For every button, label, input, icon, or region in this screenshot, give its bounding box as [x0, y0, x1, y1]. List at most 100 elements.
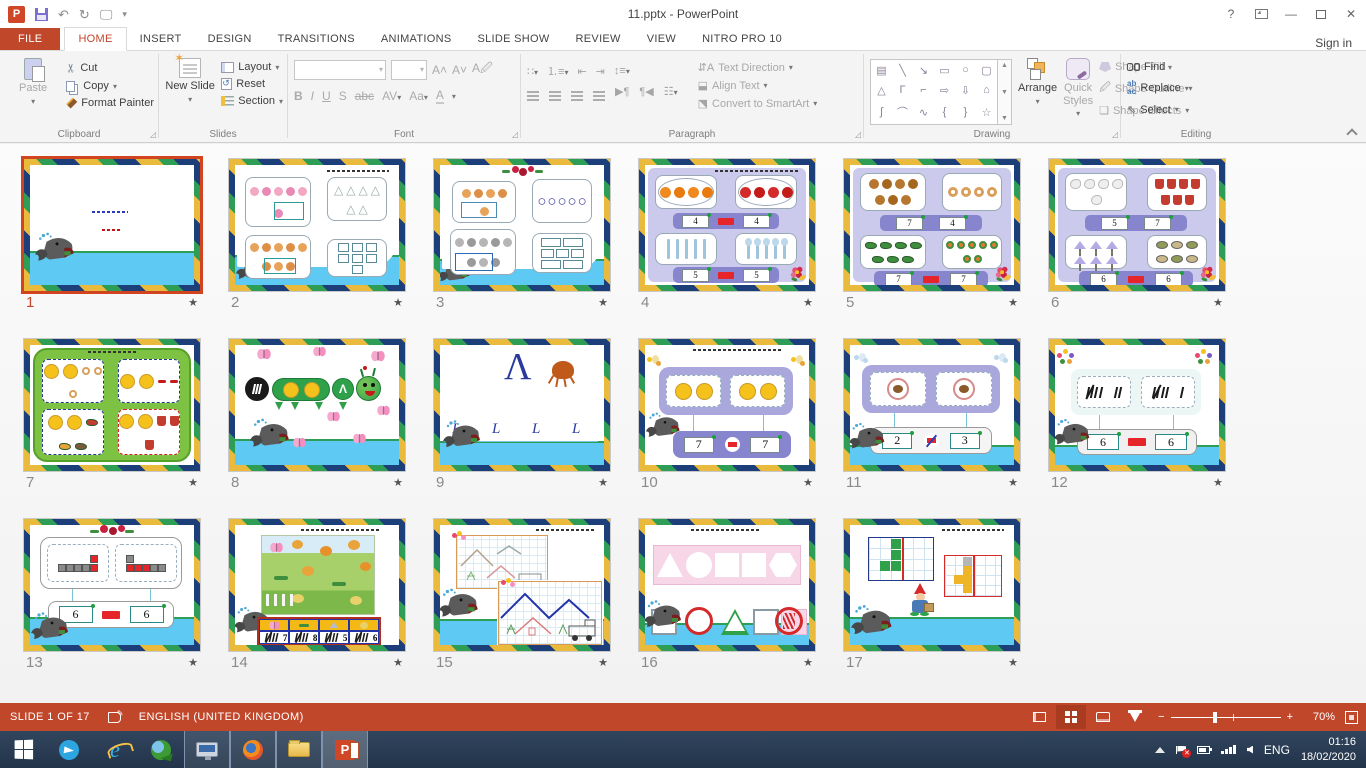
reading-view-button[interactable]: [1088, 705, 1118, 729]
reset-button[interactable]: Reset: [221, 78, 283, 90]
new-slide-button[interactable]: New Slide▾: [165, 55, 215, 126]
spell-check-icon[interactable]: [108, 712, 121, 723]
animation-star-icon[interactable]: [598, 656, 608, 669]
font-dialog-launcher[interactable]: ◿: [512, 130, 518, 139]
select-button[interactable]: ⇖Select ▾: [1127, 103, 1189, 116]
tab-slideshow[interactable]: SLIDE SHOW: [464, 28, 562, 50]
quick-styles-button[interactable]: Quick Styles▾: [1063, 55, 1093, 126]
tab-nitro-pro[interactable]: NITRO PRO 10: [689, 28, 795, 50]
equals-block[interactable]: [1128, 438, 1146, 446]
bold-button[interactable]: B: [294, 89, 303, 103]
normal-view-button[interactable]: [1024, 705, 1054, 729]
tab-animations[interactable]: ANIMATIONS: [368, 28, 465, 50]
count-box[interactable]: 7: [885, 273, 912, 286]
equals-sign[interactable]: [725, 437, 740, 452]
help-button[interactable]: ?: [1216, 3, 1246, 25]
slide-thumbnail-14[interactable]: 7 8 5 6: [229, 519, 405, 651]
undo-icon[interactable]: ↶: [58, 8, 69, 21]
taskbar-firefox[interactable]: [230, 731, 276, 768]
align-text-button[interactable]: ⬓Align Text ▾: [698, 79, 818, 92]
layout-button[interactable]: Layout ▾: [221, 61, 283, 73]
count-box[interactable]: 4: [682, 215, 709, 228]
count-box[interactable]: 7: [684, 437, 714, 453]
arrange-button[interactable]: Arrange▾: [1018, 55, 1057, 126]
taskbar-powerpoint[interactable]: P: [322, 731, 368, 768]
slide-thumbnail-8[interactable]: Λ: [229, 339, 405, 471]
restore-button[interactable]: [1306, 3, 1336, 25]
tab-design[interactable]: DESIGN: [195, 28, 265, 50]
equals-block[interactable]: [718, 272, 734, 279]
animation-star-icon[interactable]: [188, 656, 198, 669]
change-case-button[interactable]: Aa▾: [409, 89, 428, 103]
action-center-flag-icon[interactable]: [1176, 746, 1186, 754]
slide-thumbnail-15[interactable]: [434, 519, 610, 651]
clock[interactable]: 01:16 18/02/2020: [1301, 735, 1356, 764]
text-direction-button[interactable]: ⇵AText Direction ▾: [698, 61, 818, 74]
replace-button[interactable]: abacReplace ▾: [1127, 80, 1189, 96]
count-box[interactable]: 6: [130, 606, 164, 623]
justify-button[interactable]: [593, 91, 605, 93]
count-box[interactable]: 3: [950, 433, 980, 449]
paragraph-dialog-launcher[interactable]: ◿: [855, 130, 861, 139]
increase-font-icon[interactable]: A˄: [432, 63, 447, 77]
animation-star-icon[interactable]: [598, 476, 608, 489]
count-box[interactable]: 7: [896, 217, 923, 230]
animation-star-icon[interactable]: [393, 476, 403, 489]
slide-thumbnail-3[interactable]: ○○ ○○○: [434, 159, 610, 291]
format-painter-button[interactable]: Format Painter: [66, 97, 154, 109]
slide-thumbnail-17[interactable]: [844, 519, 1020, 651]
zoom-slider[interactable]: [1171, 717, 1281, 718]
animation-star-icon[interactable]: [188, 296, 198, 309]
volume-icon[interactable]: [1247, 746, 1253, 754]
taskbar-file-explorer[interactable]: [276, 731, 322, 768]
slide-thumbnail-16[interactable]: [639, 519, 815, 651]
count-box[interactable]: 7: [750, 437, 780, 453]
rtl-paragraph-button[interactable]: ¶◀: [639, 85, 653, 98]
clipboard-dialog-launcher[interactable]: ◿: [150, 130, 156, 139]
taskbar-download-manager[interactable]: [138, 731, 184, 768]
shadow-button[interactable]: S: [339, 89, 347, 103]
ribbon-display-options-button[interactable]: [1246, 3, 1276, 25]
line-spacing-button[interactable]: ↕≡▾: [614, 65, 630, 77]
increase-indent-button[interactable]: ⇥: [596, 65, 605, 78]
align-left-button[interactable]: [527, 91, 539, 93]
zoom-level[interactable]: 70%: [1301, 711, 1335, 723]
taskbar-telegram[interactable]: [46, 731, 92, 768]
start-button[interactable]: [0, 731, 46, 768]
copy-button[interactable]: Copy ▾: [66, 80, 154, 92]
input-language[interactable]: ENG: [1264, 743, 1290, 757]
shapes-gallery[interactable]: ▤╲↘▭○▢ △Γ⌐⇨⇩⌂ ʃ⌒∿{}☆: [870, 59, 998, 125]
customize-qat-icon[interactable]: ▾: [122, 9, 127, 20]
equals-block[interactable]: [923, 276, 939, 283]
convert-smartart-button[interactable]: ⬔Convert to SmartArt ▾: [698, 97, 818, 110]
columns-button[interactable]: ☷▾: [664, 85, 678, 98]
align-right-button[interactable]: [571, 91, 583, 93]
font-color-button[interactable]: A: [436, 88, 444, 104]
battery-icon[interactable]: [1197, 746, 1210, 754]
animation-star-icon[interactable]: [1008, 656, 1018, 669]
count-box[interactable]: 6: [1155, 434, 1187, 450]
animation-star-icon[interactable]: [803, 296, 813, 309]
animation-star-icon[interactable]: [393, 296, 403, 309]
animation-star-icon[interactable]: [188, 476, 198, 489]
animation-star-icon[interactable]: [1008, 296, 1018, 309]
tab-view[interactable]: VIEW: [634, 28, 689, 50]
slide-thumbnail-13[interactable]: 6 6: [24, 519, 200, 651]
animation-star-icon[interactable]: [1213, 476, 1223, 489]
count-box[interactable]: 4: [743, 215, 770, 228]
animation-star-icon[interactable]: [1008, 476, 1018, 489]
equals-block[interactable]: [1128, 276, 1144, 283]
fit-slide-to-window-button[interactable]: [1345, 711, 1358, 724]
find-button[interactable]: Find: [1127, 61, 1189, 73]
clear-formatting-icon[interactable]: A🖉: [472, 59, 493, 80]
count-box[interactable]: 5: [682, 269, 709, 282]
slide-thumbnail-4[interactable]: 4 4 5 5: [639, 159, 815, 291]
slide-thumbnail-11[interactable]: 2 3: [844, 339, 1020, 471]
slide-thumbnail-12[interactable]: 6 6: [1049, 339, 1225, 471]
count-box[interactable]: 5: [1101, 217, 1128, 230]
animation-star-icon[interactable]: [598, 296, 608, 309]
count-box[interactable]: 6: [1090, 273, 1117, 286]
align-center-button[interactable]: [549, 91, 561, 93]
taskbar-onscreen-keyboard[interactable]: [184, 731, 230, 768]
decrease-font-icon[interactable]: A˅: [452, 63, 467, 77]
